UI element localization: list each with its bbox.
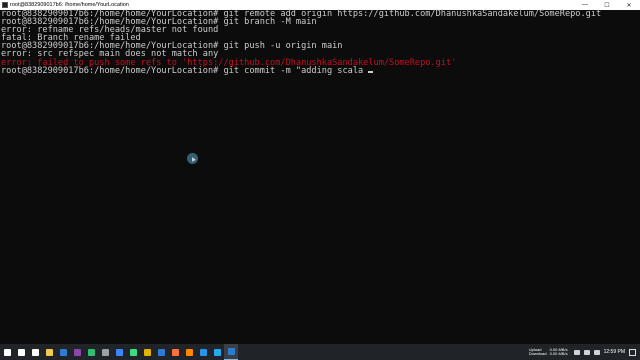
taskbar-app-button[interactable]: [210, 344, 224, 360]
vscode-icon: [213, 348, 221, 356]
taskbar-app-button[interactable]: [154, 344, 168, 360]
terminal-input-line[interactable]: root@8382909017b6:/home/home/YourLocatio…: [1, 65, 640, 76]
network-speeds: 0.00 MB/s 0.00 MB/s: [549, 347, 568, 357]
taskbar-app-button[interactable]: [98, 344, 112, 360]
download-speed: 0.00 MB/s: [549, 351, 568, 356]
taskbar-app-button[interactable]: [70, 344, 84, 360]
terminal-app-icon: [2, 2, 8, 8]
taskbar-pinned-apps: [0, 344, 238, 360]
text-cursor: [368, 71, 373, 73]
taskbar-clock[interactable]: 12:59 PM: [604, 349, 625, 355]
window-title: root@8382909017b6: /home/home/YourLocati…: [10, 2, 129, 8]
taskbar-app-button[interactable]: [182, 344, 196, 360]
taskbar-app-button[interactable]: [224, 344, 238, 360]
file-explorer-icon: [45, 348, 53, 356]
network-icon[interactable]: [583, 349, 590, 355]
chrome-icon: [143, 348, 151, 356]
terminal-command-text: root@8382909017b6:/home/home/YourLocatio…: [1, 65, 369, 76]
edge-icon: [87, 348, 95, 356]
taskbar-app-button[interactable]: [196, 344, 210, 360]
taskbar-app-button[interactable]: [56, 344, 70, 360]
search-icon: [17, 348, 25, 356]
visual-studio-icon: [73, 348, 81, 356]
photos-icon: [157, 348, 165, 356]
docker-icon: [199, 348, 207, 356]
download-label: Download: [528, 351, 547, 356]
terminal-output[interactable]: root@8382909017b6:/home/home/YourLocatio…: [0, 10, 640, 344]
volume-icon[interactable]: [593, 349, 600, 355]
firefox-icon: [171, 348, 179, 356]
task-view-icon: [31, 348, 39, 356]
vlc-icon: [185, 348, 193, 356]
android-studio-icon: [129, 348, 137, 356]
battery-icon[interactable]: [573, 349, 580, 355]
taskbar-app-button[interactable]: [28, 344, 42, 360]
taskbar-app-button[interactable]: [14, 344, 28, 360]
mouse-pointer-icon: [187, 153, 198, 164]
settings-icon: [101, 348, 109, 356]
system-tray: Upload Download 0.00 MB/s 0.00 MB/s 12:5…: [529, 344, 640, 360]
terminal-icon: [227, 348, 235, 355]
close-button[interactable]: ✕: [618, 0, 640, 10]
network-labels: Upload Download: [528, 347, 547, 357]
mail-icon: [59, 348, 67, 356]
store-icon: [115, 348, 123, 356]
notification-center-icon[interactable]: [629, 348, 636, 356]
taskbar-app-button[interactable]: [140, 344, 154, 360]
taskbar-app-button[interactable]: [42, 344, 56, 360]
taskbar-app-button[interactable]: [0, 344, 14, 360]
taskbar: Upload Download 0.00 MB/s 0.00 MB/s 12:5…: [0, 344, 640, 360]
windows-start-icon: [3, 348, 11, 356]
taskbar-app-button[interactable]: [112, 344, 126, 360]
taskbar-app-button[interactable]: [168, 344, 182, 360]
taskbar-app-button[interactable]: [84, 344, 98, 360]
taskbar-app-button[interactable]: [126, 344, 140, 360]
